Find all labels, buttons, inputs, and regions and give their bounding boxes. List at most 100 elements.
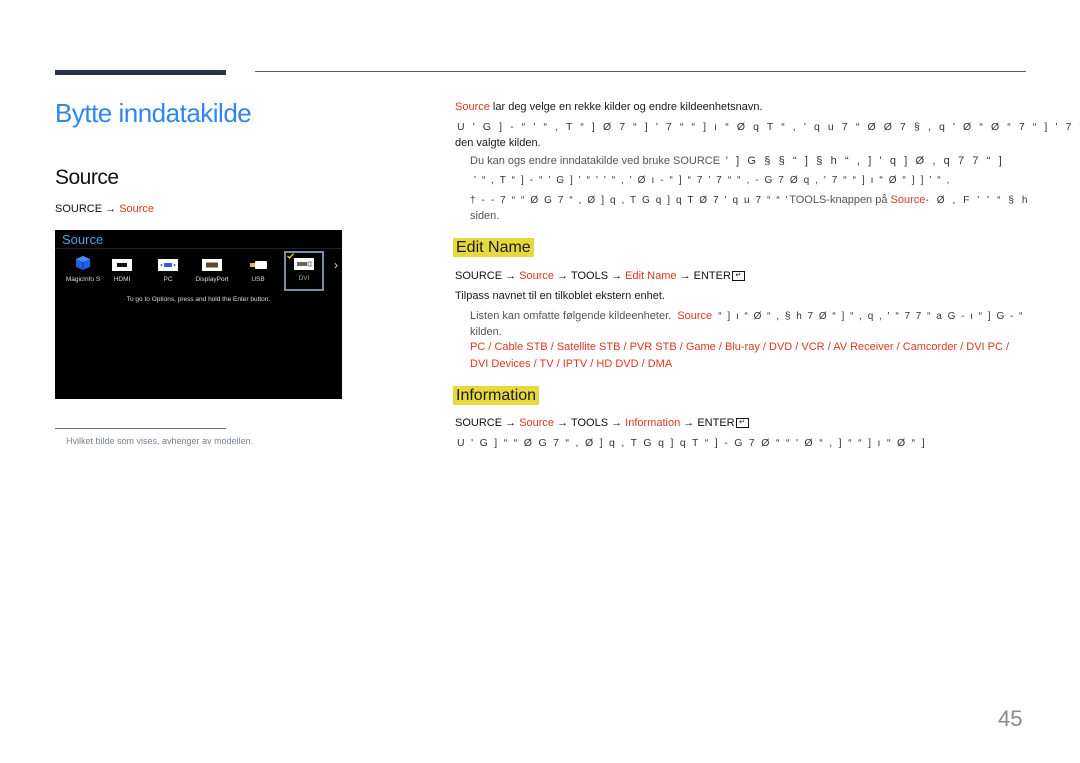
menu-path-prefix: SOURCE → (55, 203, 120, 215)
usb-icon (236, 258, 280, 270)
path-information-link[interactable]: Information (625, 417, 680, 429)
edit-name-description: Tilpass navnet til en tilkoblet ekstern … (455, 290, 665, 302)
path-text: SOURCE → (455, 270, 520, 282)
information-heading: Information (453, 386, 540, 405)
device-separator: / (638, 358, 648, 370)
device-item: Blu-ray (724, 341, 760, 353)
note-garbled: ' ] G § § “ ] § h “ , ] ' q ] Ø , q 7 7 … (720, 155, 1005, 167)
edit-name-heading-text: Edit Name (453, 238, 534, 257)
device-separator: / (587, 358, 597, 370)
note-line-1: Du kan ogs endre inndatakilde ved bruke … (470, 153, 1004, 170)
device-item: Camcorder (902, 341, 958, 353)
note-source-link[interactable]: Source (891, 194, 926, 206)
note-line-3: † - - 7 “ “ Ø G 7 “ , Ø ] q , T G q ] q … (470, 192, 1030, 209)
source-item-dvi-selected[interactable]: DVI (284, 251, 324, 291)
footnote-rule (55, 428, 226, 429)
source-item-usb[interactable]: USB (236, 254, 280, 283)
device-separator: / (957, 341, 967, 353)
device-separator: / (759, 341, 769, 353)
edit-name-heading: Edit Name (453, 238, 534, 257)
note-tools-text: TOOLS-knappen på (789, 194, 891, 206)
source-item-hdmi[interactable]: HDMI (100, 254, 144, 283)
intro-end: den valgte kilden. (455, 137, 541, 149)
information-heading-text: Information (453, 386, 540, 405)
pc-port-icon (146, 258, 190, 271)
device-item: HD DVD (596, 358, 639, 370)
enter-key-icon: ↵ (731, 271, 745, 282)
intro-text: lar deg velge en rekke kilder og endre k… (489, 101, 763, 113)
tv-hint-text: To go to Options, press and hold the Ent… (126, 296, 271, 303)
note-garbled: † - - 7 “ “ Ø G 7 “ , Ø ] q , T G q ] q … (470, 195, 790, 206)
device-list-source-link[interactable]: Source (677, 310, 712, 322)
information-garbled-line: U ' G ] “ “ Ø G 7 “ , Ø ] q , T G q ] q … (457, 437, 927, 449)
displayport-icon (190, 258, 234, 271)
intro-paragraph: Source lar deg velge en rekke kilder og … (455, 99, 763, 116)
path-source-link[interactable]: Source (519, 270, 554, 282)
note-line-2: ' “ , T “ ] - “ ' G ] ' “ ' ' “ , ' Ø ı … (474, 175, 951, 186)
device-item: DMA (647, 358, 673, 370)
device-item: TV (539, 358, 554, 370)
device-separator: / (824, 341, 834, 353)
magicinfo-icon (61, 256, 105, 270)
header-rule-thin (255, 71, 1026, 72)
path-text: → TOOLS → (554, 270, 626, 282)
note-text: Du kan ogs endre inndatakilde ved bruke … (470, 155, 721, 167)
device-separator: / (530, 358, 540, 370)
device-list-intro: Listen kan omfatte følgende kildeenheter… (470, 308, 1024, 325)
path-source-link[interactable]: Source (519, 417, 554, 429)
menu-path: SOURCE → Source (55, 203, 154, 215)
device-separator: / (676, 341, 686, 353)
footnote: Hvilket bilde som vises, avhenger av mod… (66, 436, 254, 446)
device-item: Cable STB (494, 341, 548, 353)
source-item-magicinfo[interactable]: MagicInfo S (61, 254, 105, 283)
device-separator: / (553, 358, 563, 370)
source-item-label: HDMI (113, 276, 131, 283)
path-text: → ENTER (680, 417, 735, 429)
device-item: PVR STB (629, 341, 677, 353)
device-item: PC (470, 341, 486, 353)
tv-source-title: Source (62, 232, 104, 247)
page-number: 45 (998, 706, 1023, 731)
source-item-label: DisplayPort (195, 276, 229, 283)
chevron-right-icon[interactable]: › (334, 258, 338, 272)
menu-path-source-link[interactable]: Source (119, 203, 154, 215)
device-list-intro-text: Listen kan omfatte følgende kildeenheter… (470, 310, 672, 322)
page-title: Bytte inndatakilde (55, 98, 252, 128)
enter-key-icon: ↵ (735, 418, 749, 429)
hdmi-port-icon (100, 258, 144, 271)
checkmark-icon (287, 253, 294, 259)
header-rule-thick (55, 70, 226, 75)
device-separator: / (620, 341, 630, 353)
source-item-label: DVI (298, 275, 310, 282)
device-item: DVD (769, 341, 793, 353)
path-text: SOURCE → (455, 417, 520, 429)
edit-name-path: SOURCE → Source → TOOLS → Edit Name → EN… (455, 270, 745, 282)
source-item-label: PC (163, 276, 173, 283)
intro-source-link[interactable]: Source (455, 101, 490, 113)
device-item: Game (685, 341, 716, 353)
note-garbled-tail: - Ø , F ' ' “ § h (925, 195, 1031, 206)
source-item-label: MagicInfo S (65, 276, 101, 283)
source-item-label: USB (251, 276, 265, 283)
device-separator: / (893, 341, 903, 353)
device-item: Satellite STB (556, 341, 621, 353)
path-text: → ENTER (676, 270, 731, 282)
device-separator: / (715, 341, 725, 353)
device-separator: / (547, 341, 557, 353)
path-edit-name-link[interactable]: Edit Name (625, 270, 676, 282)
section-title: Source (55, 166, 119, 189)
device-list-garbled: “ ] ı “ Ø “ , § h 7 Ø “ ] “ , q , ' “ 7 … (718, 311, 1024, 322)
source-item-displayport[interactable]: DisplayPort (190, 254, 234, 283)
device-item: AV Receiver (833, 341, 894, 353)
source-item-pc[interactable]: PC (146, 254, 190, 283)
device-item: VCR (801, 341, 825, 353)
tv-source-screen: Source MagicInfo S HDMI PC DisplayPort U… (55, 230, 342, 399)
device-item: DVI Devices (470, 358, 531, 370)
tv-divider (55, 248, 342, 249)
note-line-4: siden. (470, 210, 500, 222)
device-separator: / (1002, 341, 1010, 353)
device-list: PC / Cable STB / Satellite STB / PVR STB… (470, 339, 1030, 373)
path-text: → TOOLS → (554, 417, 626, 429)
information-path: SOURCE → Source → TOOLS → Information → … (455, 417, 749, 429)
device-item: DVI PC (966, 341, 1003, 353)
